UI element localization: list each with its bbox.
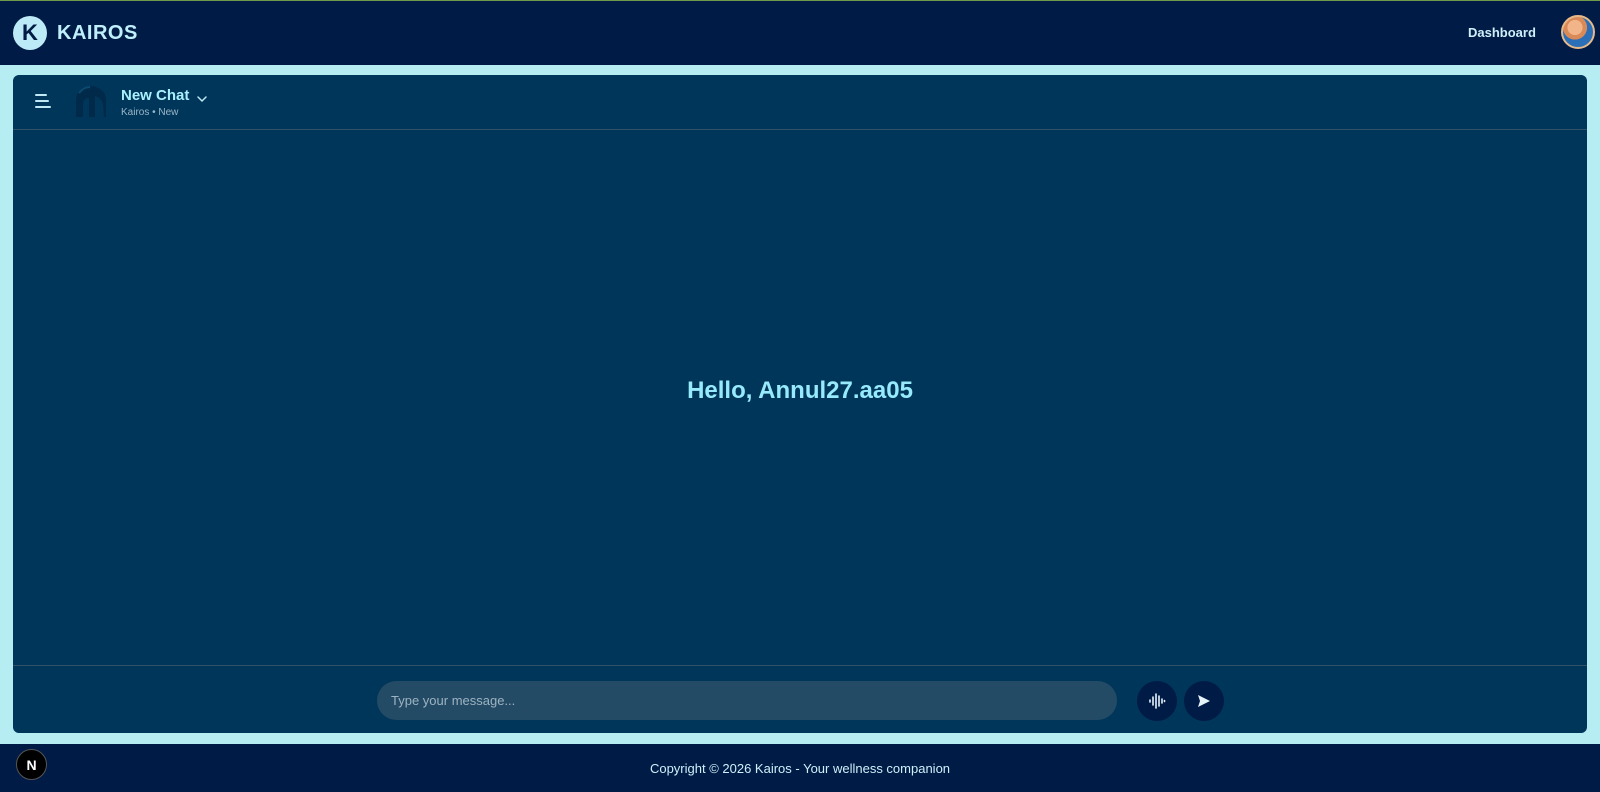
user-avatar[interactable] xyxy=(1561,15,1595,49)
footer: Copyright © 2026 Kairos - Your wellness … xyxy=(0,744,1600,792)
brand-name[interactable]: KAIROS xyxy=(57,22,138,45)
chat-header: New Chat Kairos • New xyxy=(13,75,1587,130)
chat-title[interactable]: New Chat xyxy=(121,87,189,104)
chevron-down-icon[interactable] xyxy=(196,93,208,105)
brand-logo[interactable]: K xyxy=(13,16,47,50)
top-nav-bar: K KAIROS Dashboard xyxy=(0,0,1600,65)
chat-panel: New Chat Kairos • New Hello, Annul27.aa0… xyxy=(13,75,1587,733)
message-input[interactable] xyxy=(377,681,1117,720)
hamburger-menu-icon[interactable] xyxy=(35,94,53,110)
greeting-text: Hello, Annul27.aa05 xyxy=(687,377,913,404)
spartan-helmet-icon xyxy=(76,86,106,117)
send-button[interactable] xyxy=(1184,681,1224,721)
chat-subtitle: Kairos • New xyxy=(121,107,179,118)
composer-divider xyxy=(13,665,1587,666)
brand[interactable]: K KAIROS xyxy=(13,16,138,50)
send-icon xyxy=(1198,695,1210,707)
dashboard-link[interactable]: Dashboard xyxy=(1468,25,1536,40)
copyright-text: Copyright © 2026 Kairos - Your wellness … xyxy=(649,760,951,776)
voice-button[interactable] xyxy=(1137,681,1177,721)
waveform-icon xyxy=(1149,693,1166,709)
n-badge[interactable]: N xyxy=(16,749,47,780)
